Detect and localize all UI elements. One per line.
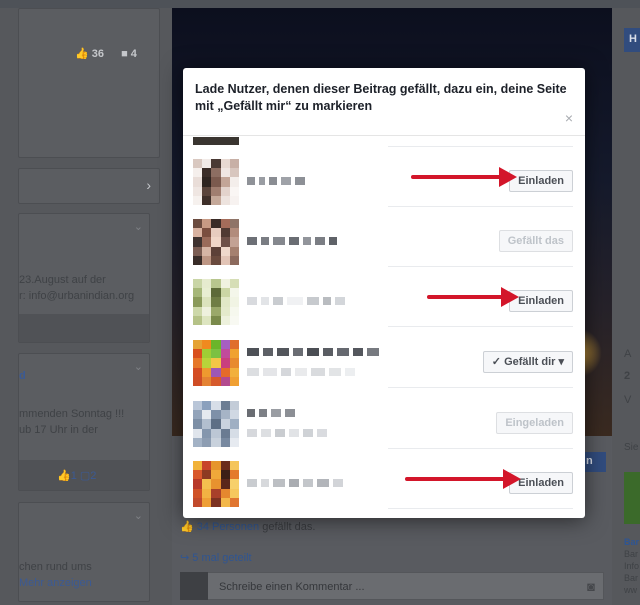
button-label: Gefällt dir	[504, 356, 556, 368]
chevron-down-icon[interactable]: ⌄	[134, 220, 143, 233]
button-label: Einladen	[518, 477, 564, 489]
comment-input[interactable]: Schreibe einen Kommentar ... ◙	[180, 572, 604, 600]
chevron-down-icon[interactable]: ⌄	[134, 360, 143, 373]
right-column: A 2 V Sie Bar Bar Info Bar ww	[612, 8, 640, 605]
event-text-line-2: r: info@urbanindian.org	[19, 290, 135, 302]
blurred-user-name[interactable]	[247, 429, 327, 437]
user-list[interactable]: Einladen Gefällt das Einladen ✓ Gefällt dir…	[183, 137, 585, 518]
status-button[interactable]: Eingeladen	[496, 412, 573, 434]
chevron-right-icon[interactable]: ›	[146, 177, 151, 193]
event-card: ⌄ 23.August auf der r: info@urbanindian.…	[18, 213, 150, 343]
right-link[interactable]: Bar	[624, 536, 639, 548]
post-text-line-2: ub 17 Uhr in der	[19, 424, 98, 436]
thumb-icon: 👍	[180, 521, 194, 533]
likes-link[interactable]: 34 Personen	[197, 521, 259, 533]
post-card-footer: 👍1 ▢2	[19, 460, 149, 490]
dialog-title: Lade Nutzer, denen dieser Beitrag gefäll…	[195, 82, 567, 113]
event-text-line-1: 23.August auf der	[19, 274, 106, 286]
list-item: ✓ Gefällt dir ▾	[183, 328, 585, 388]
right-fragment: A	[624, 348, 632, 360]
comment-placeholder: Schreibe einen Kommentar ...	[219, 581, 365, 593]
post-card-2: ⌄ chen rund ums Mehr anzeigen	[18, 502, 150, 602]
right-fragment: V	[624, 394, 632, 406]
post-text-line-1: mmenden Sonntag !!!	[19, 408, 125, 420]
blurred-user-name[interactable]	[247, 409, 295, 417]
invite-button[interactable]: Einladen	[509, 170, 573, 192]
button-label: Eingeladen	[505, 417, 564, 429]
top-bar	[0, 0, 640, 8]
blurred-user-name[interactable]	[247, 177, 305, 185]
button-label: Einladen	[518, 295, 564, 307]
avatar[interactable]	[193, 279, 239, 325]
event-card-footer	[19, 314, 149, 342]
right-fragment: Sie	[624, 442, 639, 453]
dialog-header: Lade Nutzer, denen dieser Beitrag gefäll…	[183, 68, 585, 136]
list-item: Einladen	[183, 267, 585, 327]
avatar[interactable]	[193, 401, 239, 447]
close-icon[interactable]: ×	[565, 110, 573, 126]
likes-summary: 👍 34 Personen gefällt das.	[180, 520, 315, 533]
likes-count: 36	[91, 48, 105, 60]
caret-down-icon: ▾	[555, 356, 564, 368]
likes-suffix: gefällt das.	[262, 521, 316, 533]
camera-icon[interactable]: ◙	[587, 579, 595, 594]
thumb-icon: 👍	[57, 470, 71, 482]
avatar[interactable]	[193, 159, 239, 205]
comments-count: 4	[130, 48, 137, 60]
left-section-header[interactable]: ›	[18, 168, 160, 204]
avatar	[180, 572, 208, 600]
list-item: Einladen	[183, 449, 585, 509]
red-arrow-annotation	[411, 167, 517, 187]
blurred-user-name[interactable]	[247, 348, 379, 356]
liked-dropdown-button[interactable]: ✓ Gefällt dir ▾	[482, 351, 573, 373]
share-icon: ↪	[180, 552, 190, 564]
avatar[interactable]	[193, 461, 239, 507]
avatar[interactable]	[193, 219, 239, 265]
avatar[interactable]	[193, 340, 239, 386]
post-author[interactable]: d	[19, 370, 26, 382]
red-arrow-annotation	[405, 469, 521, 489]
red-arrow-annotation	[427, 287, 519, 307]
left-column: 👍 36 ■ 4 › ⌄ 23.August auf der r: info@u…	[0, 8, 172, 605]
post-text: chen rund ums	[19, 561, 92, 573]
post-card: ⌄ d mmenden Sonntag !!! ub 17 Uhr in der…	[18, 353, 150, 491]
right-thumbnail[interactable]	[624, 472, 640, 524]
blurred-user-name[interactable]	[247, 297, 345, 305]
blue-button-fragment[interactable]: n	[582, 452, 606, 472]
list-item: Einladen	[183, 147, 585, 207]
check-icon: ✓	[491, 356, 505, 368]
top-right-button[interactable]: H	[624, 28, 640, 52]
right-fragment: 2	[624, 370, 631, 382]
button-label: Gefällt das	[507, 235, 564, 247]
comment-icon: ■	[121, 48, 128, 60]
status-button[interactable]: Gefällt das	[498, 230, 573, 252]
comment-icon: ▢	[79, 470, 91, 482]
list-item: Gefällt das	[183, 207, 585, 267]
blurred-user-name[interactable]	[247, 368, 355, 376]
invite-dialog: Lade Nutzer, denen dieser Beitrag gefäll…	[183, 68, 585, 518]
more-link[interactable]: Mehr anzeigen	[19, 575, 92, 591]
chevron-down-icon[interactable]: ⌄	[134, 509, 143, 522]
reactions[interactable]: 👍1 ▢2	[57, 469, 96, 482]
list-item	[183, 137, 585, 147]
left-card-top: 👍 36 ■ 4	[18, 8, 160, 158]
shares[interactable]: ↪ 5 mal geteilt	[180, 551, 252, 564]
blurred-user-name[interactable]	[247, 479, 343, 487]
button-label: Einladen	[518, 175, 564, 187]
list-item: Eingeladen	[183, 389, 585, 449]
thumb-icon: 👍	[75, 48, 89, 60]
blurred-user-name[interactable]	[247, 237, 337, 245]
likes-stat: 👍 36 ■ 4	[75, 47, 137, 60]
avatar[interactable]	[193, 137, 239, 145]
